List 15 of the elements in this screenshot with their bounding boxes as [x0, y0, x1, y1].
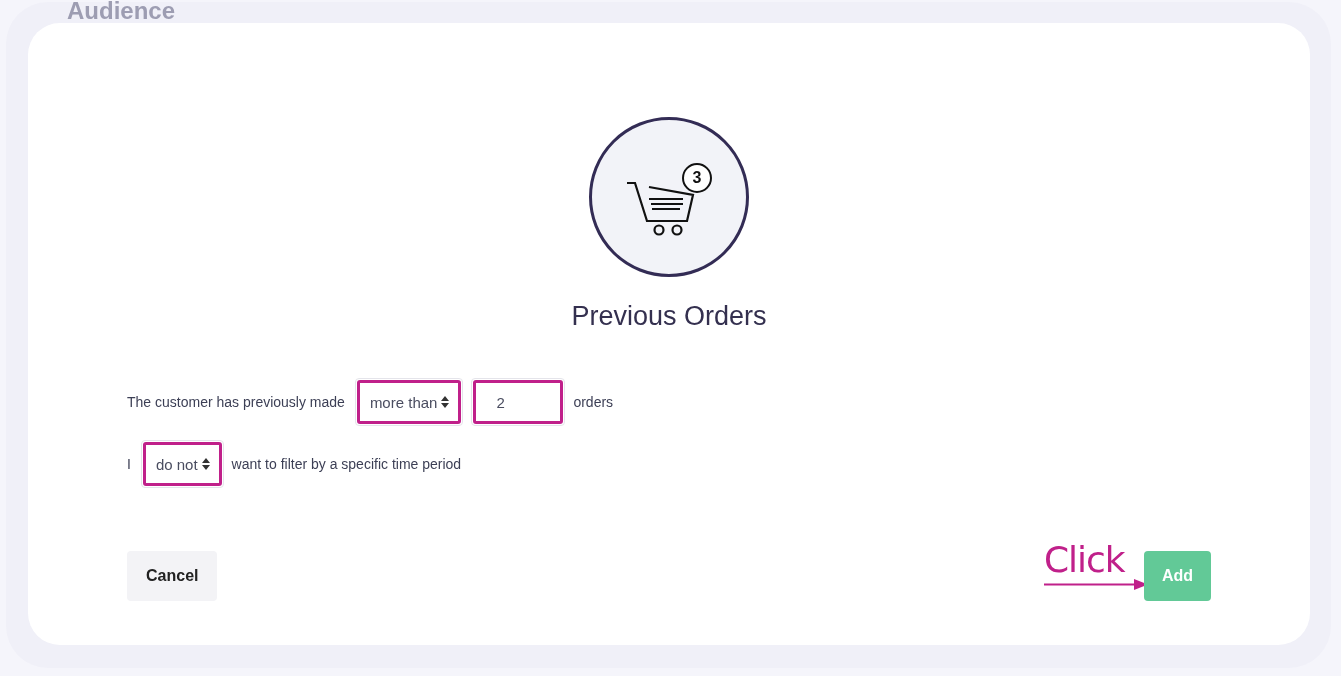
- sort-arrows-icon: [441, 396, 450, 408]
- condition-text: I: [127, 456, 131, 472]
- modal-title: Previous Orders: [571, 301, 767, 332]
- condition-text: want to filter by a specific time period: [231, 456, 462, 472]
- cart-icon: [627, 181, 695, 236]
- sort-arrows-icon: [201, 458, 210, 470]
- cancel-button[interactable]: Cancel: [127, 551, 218, 601]
- page-heading: Audience: [67, 0, 176, 23]
- condition-text: orders: [573, 394, 614, 410]
- order-count-field[interactable]: 2: [473, 380, 564, 424]
- dropdown[interactable]: do not: [142, 442, 222, 486]
- dropdown[interactable]: more than: [356, 380, 462, 424]
- condition-text: The customer has previously made: [127, 394, 345, 410]
- count-badge: 3: [682, 163, 712, 193]
- annotation-text: Click: [1043, 542, 1125, 578]
